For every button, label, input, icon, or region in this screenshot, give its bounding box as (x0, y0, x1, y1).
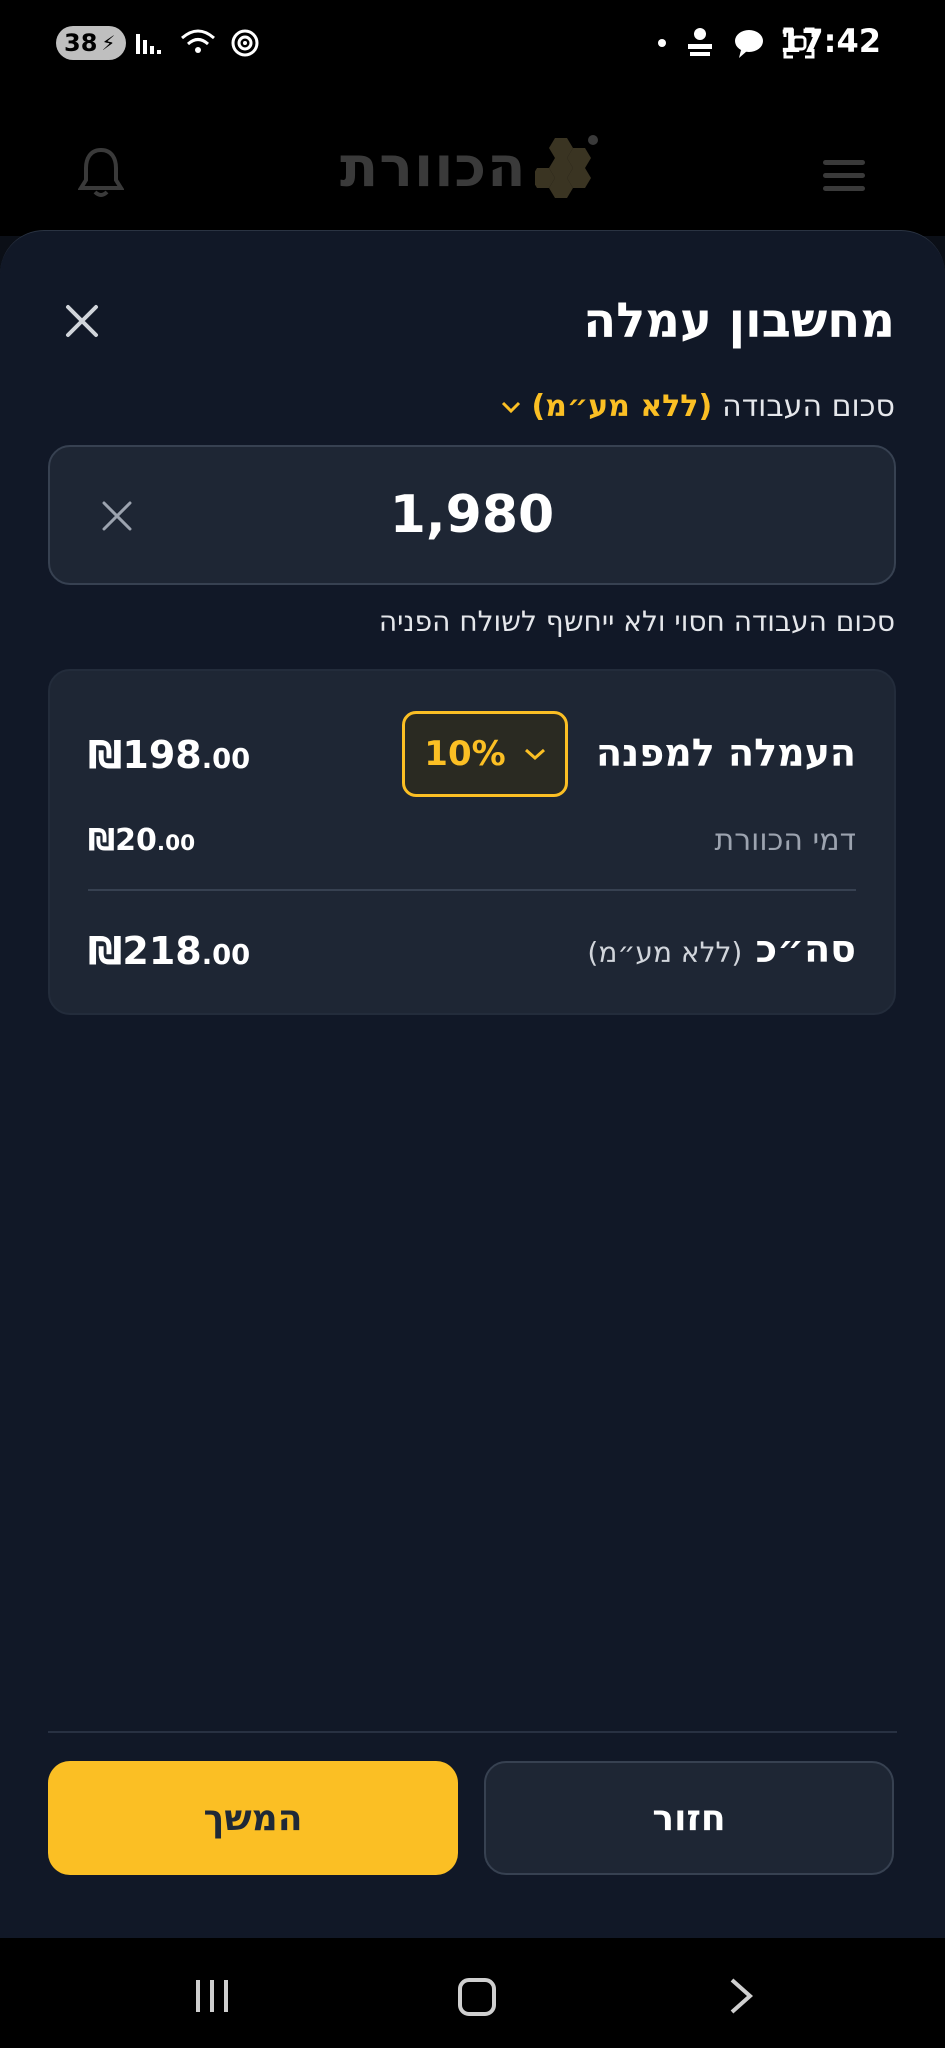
app-logo: הכוורת (340, 134, 601, 200)
bell-icon[interactable] (78, 146, 124, 198)
app-header: הכוורת (0, 86, 945, 236)
total-amount: ₪218.00 (88, 929, 250, 973)
wifi-icon (181, 29, 215, 53)
menu-icon[interactable] (823, 160, 865, 199)
commission-amount-dec: .00 (201, 744, 251, 775)
chat-icon (735, 30, 763, 58)
status-icons-left (136, 26, 260, 60)
clear-input-icon[interactable] (100, 499, 134, 533)
commission-summary-card: העמלה למפנה 10% ₪198.00 דמי הכוורת ₪20.0… (48, 669, 896, 1015)
total-amount-dec: .00 (201, 940, 251, 971)
status-bar: 38 ⚡ 17:42 (0, 0, 945, 86)
fee-currency: ₪ (88, 823, 116, 858)
chevron-down-icon (524, 748, 545, 761)
amount-label[interactable]: סכום העבודה (ללא מע״מ) (501, 389, 895, 424)
battery-level: 38 (64, 29, 98, 57)
total-label-text: סה״כ (755, 927, 856, 971)
amount-label-text: סכום העבודה (722, 389, 895, 424)
commission-currency: ₪ (88, 733, 123, 777)
system-nav-bar (0, 1938, 945, 2048)
sheet-title: מחשבון עמלה (583, 293, 895, 349)
commission-percent-value: 10% (424, 734, 506, 774)
total-label: סה״כ (ללא מע״מ) (587, 927, 856, 971)
fee-amount-dec: .00 (156, 831, 196, 856)
signal-icon (136, 34, 161, 54)
commission-label: העמלה למפנה (595, 731, 856, 775)
footer-divider (48, 1731, 897, 1733)
chevron-down-icon (502, 401, 521, 413)
fee-amount: ₪20.00 (88, 823, 195, 858)
fee-label: דמי הכוורת (714, 823, 856, 858)
commission-percent-select[interactable]: 10% (402, 711, 568, 797)
card-divider (88, 889, 856, 891)
total-currency: ₪ (88, 929, 123, 973)
close-icon[interactable] (62, 301, 102, 341)
clock: 17:42 (779, 22, 881, 60)
honeycomb-logo-icon (534, 135, 598, 198)
back-nav-icon[interactable] (728, 1976, 754, 2016)
logo-text: הכוורת (340, 134, 527, 200)
total-amount-int: 218 (122, 929, 202, 973)
home-icon[interactable] (458, 1978, 496, 2016)
amount-label-vat-note: (ללא מע״מ) (531, 389, 713, 424)
dot-icon (658, 39, 666, 47)
commission-calculator-sheet: מחשבון עמלה סכום העבודה (ללא מע״מ) 1,980… (0, 230, 945, 1939)
fee-amount-int: 20 (115, 823, 157, 858)
continue-button[interactable]: המשך (48, 1761, 458, 1875)
commission-amount: ₪198.00 (88, 733, 250, 777)
charging-icon: ⚡ (101, 31, 116, 55)
privacy-hint: סכום העבודה חסוי ולא ייחשף לשולח הפניה (378, 605, 895, 638)
hotspot-icon (231, 29, 259, 57)
burger-saloon-icon (688, 28, 712, 56)
back-button[interactable]: חזור (484, 1761, 894, 1875)
commission-amount-int: 198 (122, 733, 202, 777)
amount-value[interactable]: 1,980 (50, 485, 894, 545)
battery-indicator: 38 ⚡ (56, 26, 126, 60)
recents-icon[interactable] (196, 1980, 228, 2012)
amount-input[interactable]: 1,980 (48, 445, 896, 585)
total-label-vat-note: (ללא מע״מ) (587, 936, 743, 969)
